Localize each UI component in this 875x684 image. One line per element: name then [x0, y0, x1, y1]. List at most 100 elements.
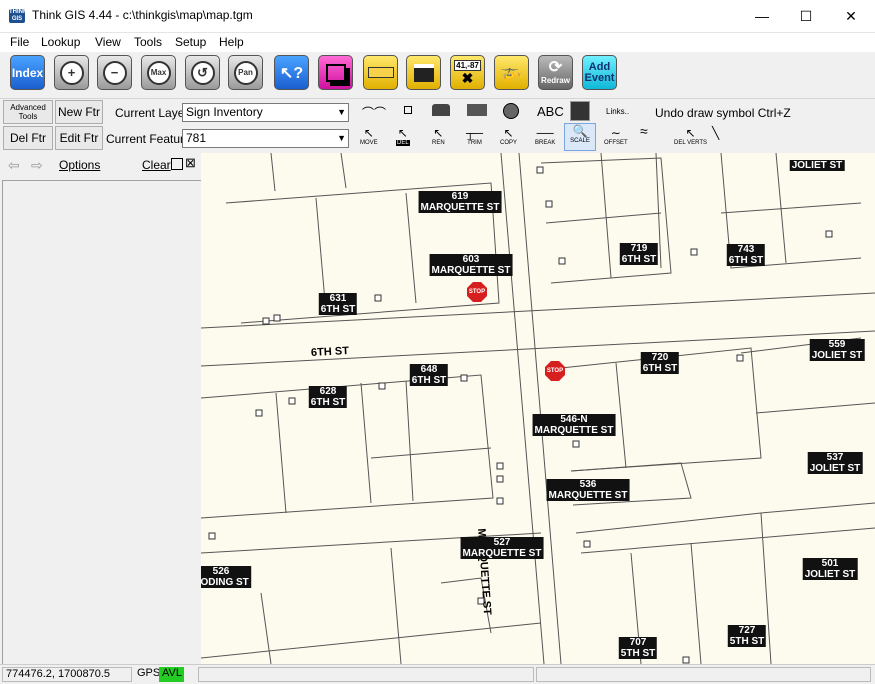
identify-button[interactable]: ↖? — [274, 55, 309, 90]
pointer-question-icon: ↖? — [279, 64, 304, 82]
back-arrow-icon[interactable]: ⇦ — [8, 157, 20, 174]
zoom-out-button[interactable]: − — [97, 55, 132, 90]
links-button[interactable]: Links.. — [606, 107, 629, 116]
maximize-button[interactable]: ☐ — [783, 0, 829, 32]
parcel-tool-icon[interactable] — [467, 104, 487, 116]
circle-tool-icon[interactable] — [503, 103, 519, 119]
map-canvas[interactable]: 6TH ST MARQUETTE ST STOP STOP 619 MARQUET… — [201, 153, 875, 664]
app-icon: THINK GIS — [9, 9, 28, 23]
break-tool[interactable]: ── BREAK — [535, 126, 555, 146]
magnifier-icon: 🔍 — [572, 124, 588, 138]
address-label[interactable]: 628 6TH ST — [308, 386, 348, 408]
address-label[interactable]: 720 6TH ST — [640, 352, 680, 374]
address-label[interactable]: 527 MARQUETTE ST — [460, 537, 544, 559]
delete-feature-button[interactable]: Del Ftr — [3, 126, 53, 150]
avl-button[interactable]: 🚁 — [494, 55, 529, 90]
line-segment-tool[interactable]: ╲ — [712, 126, 719, 140]
undo-label[interactable]: Undo draw symbol Ctrl+Z — [655, 106, 791, 120]
address-label[interactable]: 743 6TH ST — [726, 244, 766, 266]
copy-tool[interactable]: ↖ COPY — [500, 126, 517, 146]
gps-indicator: GPS — [137, 667, 161, 679]
coordinate-readout: 774476.2, 1700870.5 — [2, 667, 132, 682]
zoom-max-button[interactable]: Max — [141, 55, 176, 90]
address-label[interactable]: 727 5TH ST — [727, 625, 767, 647]
minimize-button[interactable]: — — [739, 0, 785, 32]
avl-indicator: AVL — [159, 667, 184, 682]
menu-lookup[interactable]: Lookup — [41, 35, 80, 49]
measure-button[interactable] — [363, 55, 398, 90]
stop-sign-icon[interactable]: STOP — [545, 361, 565, 381]
delete-vertices-tool[interactable]: ↖ DEL VERTS — [674, 126, 707, 146]
options-link[interactable]: Options — [59, 158, 100, 172]
edit-feature-button[interactable]: Edit Ftr — [55, 126, 103, 150]
address-label[interactable]: JOLIET ST — [789, 160, 845, 171]
menu-help[interactable]: Help — [219, 35, 244, 49]
new-feature-button[interactable]: New Ftr — [55, 100, 103, 124]
menu-setup[interactable]: Setup — [175, 35, 206, 49]
crosshair-icon: ✖ — [461, 70, 474, 86]
address-label[interactable]: 536 MARQUETTE ST — [546, 479, 630, 501]
checkbox-icon[interactable] — [171, 158, 183, 170]
offset-tool[interactable]: ∼ OFFSET — [604, 126, 628, 146]
trim-tool[interactable]: ┬─ TRIM — [466, 126, 483, 146]
address-label[interactable]: 546-N MARQUETTE ST — [532, 414, 616, 436]
address-label[interactable]: 719 6TH ST — [619, 243, 659, 265]
index-button[interactable]: Index — [10, 55, 45, 90]
edit-toolbar: Advanced Tools New Ftr Del Ftr Edit Ftr … — [0, 99, 875, 153]
pointer-icon: ↖ — [503, 126, 514, 140]
address-label[interactable]: 559 JOLIET ST — [809, 339, 865, 361]
menu-view[interactable]: View — [95, 35, 121, 49]
address-label[interactable]: 501 JOLIET ST — [802, 558, 858, 580]
pointer-icon: ↖ — [363, 126, 374, 140]
forward-arrow-icon[interactable]: ⇨ — [31, 157, 43, 174]
ruler-icon — [367, 67, 394, 78]
address-label[interactable]: 707 5TH ST — [618, 637, 658, 659]
status-bar: 774476.2, 1700870.5 GPS AVL — [0, 664, 875, 684]
move-tool[interactable]: ↖ MOVE — [360, 126, 378, 146]
delete-tool[interactable]: ↖ DEL — [396, 126, 410, 146]
line-tool-icon[interactable]: ⌒⌒ — [362, 104, 386, 121]
chevron-down-icon: ▼ — [337, 133, 346, 143]
address-label[interactable]: 537 JOLIET ST — [807, 452, 863, 474]
redraw-button[interactable]: ⟳ Redraw — [538, 55, 573, 90]
window-title: Think GIS 4.44 - c:\thinkgis\map\map.tgm — [32, 8, 253, 22]
break-line-icon: ── — [536, 126, 554, 140]
title-bar: THINK GIS Think GIS 4.44 - c:\thinkgis\m… — [0, 0, 875, 33]
diagonal-line-icon: ╲ — [712, 126, 720, 140]
rename-tool[interactable]: ↖ REN — [432, 126, 445, 146]
current-layer-value: Sign Inventory — [186, 105, 263, 119]
zoom-in-button[interactable]: + — [54, 55, 89, 90]
zoom-previous-button[interactable]: ↺ — [185, 55, 220, 90]
point-tool-icon[interactable] — [404, 106, 412, 114]
trim-icon: ┬─ — [466, 126, 484, 140]
clear-link[interactable]: Clear — [142, 158, 171, 172]
close-x-icon[interactable]: ⊠ — [185, 155, 196, 171]
wave-tool[interactable]: ≈ — [640, 124, 648, 138]
stop-sign-icon[interactable]: STOP — [467, 282, 487, 302]
layers-button[interactable] — [318, 55, 353, 90]
pan-button[interactable]: Pan — [228, 55, 263, 90]
scale-tool[interactable]: 🔍 SCALE — [564, 123, 596, 151]
close-button[interactable]: ✕ — [828, 0, 874, 32]
text-tool[interactable]: ABC — [537, 104, 564, 119]
address-label[interactable]: 603 MARQUETTE ST — [429, 254, 513, 276]
print-button[interactable] — [406, 55, 441, 90]
add-event-button[interactable]: Add Event — [582, 55, 617, 90]
address-label[interactable]: 619 MARQUETTE ST — [418, 191, 502, 213]
advanced-tools-button[interactable]: Advanced Tools — [3, 100, 53, 124]
menu-tools[interactable]: Tools — [134, 35, 162, 49]
results-list[interactable] — [2, 180, 201, 664]
address-label[interactable]: 648 6TH ST — [409, 364, 449, 386]
image-tool-icon[interactable] — [570, 101, 590, 121]
pointer-icon: ↖ — [397, 126, 408, 140]
menu-file[interactable]: File — [10, 35, 29, 49]
offset-icon: ∼ — [610, 126, 621, 140]
current-feature-value: 781 — [186, 131, 207, 145]
address-label[interactable]: 631 6TH ST — [318, 293, 358, 315]
goto-coords-button[interactable]: 41,-87 ✖ — [450, 55, 485, 90]
helicopter-icon: 🚁 — [500, 62, 523, 82]
current-feature-select[interactable]: 781 ▼ — [182, 129, 349, 148]
current-layer-select[interactable]: Sign Inventory ▼ — [182, 103, 349, 122]
building-tool-icon[interactable] — [432, 104, 450, 116]
address-label[interactable]: 526DODING ST — [201, 566, 251, 588]
